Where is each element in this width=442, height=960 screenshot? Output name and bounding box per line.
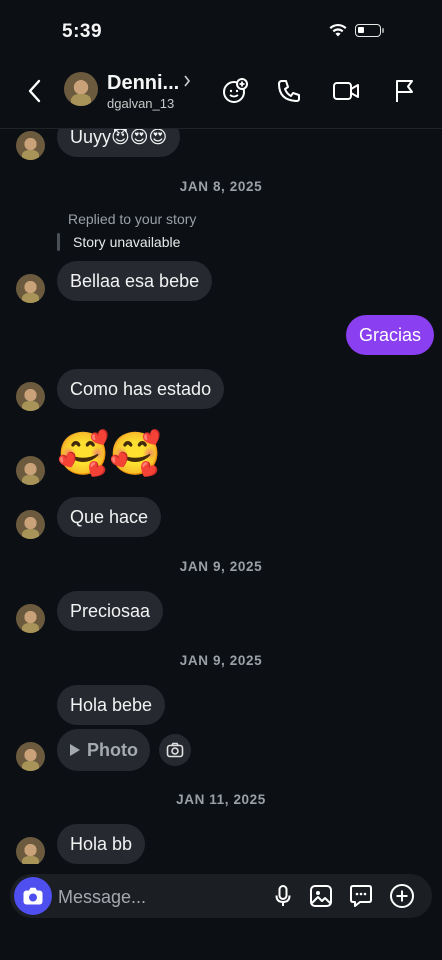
status-bar: 5:39 (0, 0, 442, 64)
play-icon (69, 743, 81, 757)
contact-name[interactable]: Denni... (107, 72, 179, 95)
reply-quote-bar (57, 233, 60, 251)
video-icon[interactable] (331, 78, 361, 104)
sender-avatar[interactable] (16, 510, 45, 539)
message-bubble[interactable]: Preciosaa (57, 591, 164, 631)
sender-avatar[interactable] (16, 837, 45, 864)
photo-attachment[interactable]: Photo (57, 729, 150, 771)
date-separator: JAN 11, 2025 (176, 792, 266, 807)
message-bubble[interactable]: Hola bebe (57, 685, 166, 725)
camera-icon[interactable] (159, 734, 191, 766)
sender-avatar[interactable] (16, 274, 45, 303)
flag-icon[interactable] (391, 78, 417, 104)
date-separator: JAN 9, 2025 (179, 559, 263, 574)
camera-icon[interactable] (14, 877, 52, 915)
battery-icon (355, 24, 381, 37)
battery-nub (382, 28, 384, 33)
back-icon[interactable] (22, 78, 48, 104)
date-separator: JAN 8, 2025 (179, 179, 263, 194)
message-bubble[interactable]: Como has estado (57, 369, 225, 409)
contact-handle: dgalvan_13 (107, 96, 175, 111)
avatar[interactable] (64, 72, 98, 106)
sticker-icon[interactable] (348, 883, 374, 909)
sent-message-bubble[interactable]: Gracias (346, 315, 435, 355)
date-separator: JAN 9, 2025 (179, 653, 263, 668)
sender-avatar[interactable] (16, 742, 45, 771)
status-time: 5:39 (62, 21, 103, 42)
sender-avatar[interactable] (16, 456, 45, 485)
emoji-message[interactable]: 🥰🥰 (57, 429, 162, 479)
sender-avatar[interactable] (16, 131, 45, 160)
wifi-icon (328, 22, 348, 42)
photo-label: Photo (87, 739, 138, 760)
message-bubble[interactable]: Bellaa esa bebe (57, 261, 213, 301)
message-thread[interactable]: Uuyy😈😍😍 JAN 8, 2025 Replied to your stor… (0, 129, 442, 864)
plus-icon[interactable] (389, 883, 415, 909)
add-sticker-icon[interactable] (221, 77, 249, 105)
message-composer (10, 874, 432, 920)
story-unavailable-label[interactable]: Story unavailable (73, 234, 180, 250)
message-bubble[interactable]: Uuyy😈😍😍 (57, 129, 181, 157)
message-bubble[interactable]: Hola bb (57, 824, 146, 864)
chevron-right-icon[interactable] (183, 74, 191, 91)
message-input[interactable] (56, 874, 260, 920)
gallery-icon[interactable] (308, 883, 334, 909)
sender-avatar[interactable] (16, 382, 45, 411)
microphone-icon[interactable] (270, 883, 296, 909)
chat-header: Denni... dgalvan_13 (0, 64, 442, 129)
reply-context: Replied to your story (68, 211, 197, 227)
message-bubble[interactable]: Que hace (57, 497, 162, 537)
sender-avatar[interactable] (16, 604, 45, 633)
phone-icon[interactable] (276, 78, 302, 104)
